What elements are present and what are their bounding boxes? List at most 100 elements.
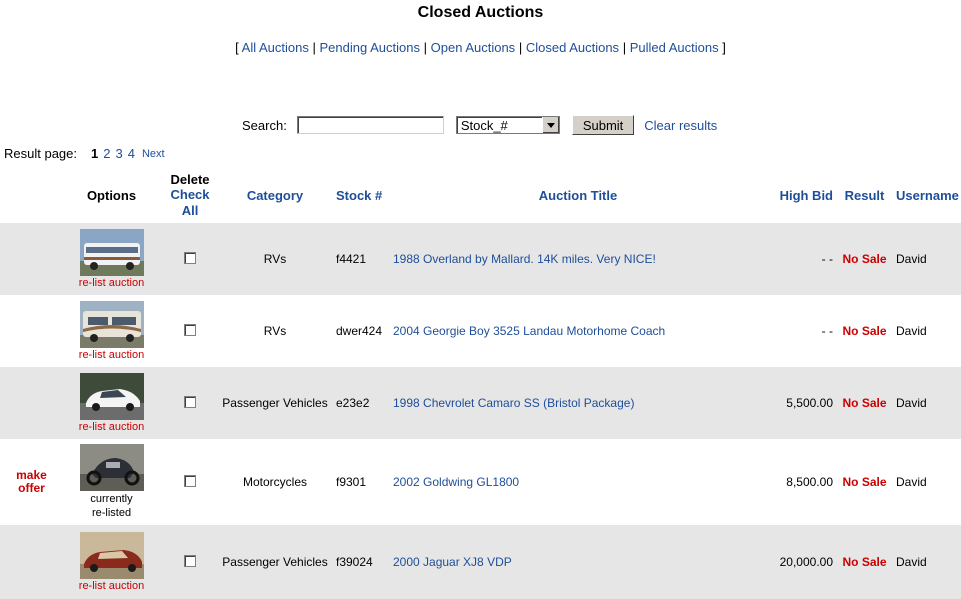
table-row: re-list auction RVs f4421 1988 Overland …: [0, 223, 961, 295]
motorcycle-thumbnail-image[interactable]: [79, 444, 144, 491]
header-offer: [0, 168, 63, 223]
high-bid-cell: - -: [821, 324, 833, 338]
auction-nav: [ All Auctions | Pending Auctions | Open…: [0, 40, 961, 55]
relist-auction-link[interactable]: re-list auction: [63, 349, 160, 361]
result-cell: No Sale: [842, 555, 887, 569]
nav-separator: |: [423, 40, 427, 55]
delete-cell: [160, 439, 220, 525]
search-field-select[interactable]: Stock_#: [455, 116, 560, 134]
rv-thumbnail-image[interactable]: [79, 301, 144, 348]
high-bid-cell: 8,500.00: [786, 475, 833, 489]
nav-separator: |: [518, 40, 523, 55]
header-category-link[interactable]: Category: [247, 188, 303, 203]
table-row: re-list auction RVs dwer424 2004 Georgie…: [0, 295, 961, 367]
category-cell: Passenger Vehicles: [222, 555, 328, 569]
table-row: make offer currently re-listed Motorcycl…: [0, 439, 961, 525]
delete-checkbox[interactable]: [184, 395, 196, 408]
result-cell: No Sale: [842, 252, 887, 266]
stock-cell: f9301: [336, 475, 367, 489]
offer-cell: [0, 223, 63, 295]
options-cell: re-list auction: [63, 525, 160, 599]
car-thumbnail-image[interactable]: [79, 373, 144, 420]
pagination: Result page: 1 2 3 4 Next: [4, 146, 165, 161]
relist-auction-link[interactable]: re-list auction: [63, 580, 160, 592]
header-high-bid[interactable]: High Bid: [763, 168, 837, 223]
pagination-next-link[interactable]: Next: [142, 148, 165, 160]
pagination-page-link[interactable]: 2: [103, 146, 110, 161]
delete-cell: [160, 295, 220, 367]
stock-cell: f4421: [336, 252, 367, 266]
category-cell: RVs: [263, 324, 287, 338]
auction-title-link[interactable]: 1998 Chevrolet Camaro SS (Bristol Packag…: [393, 396, 634, 410]
header-result[interactable]: Result: [837, 168, 892, 223]
table-row: re-list auction Passenger Vehicles f3902…: [0, 525, 961, 599]
stock-cell: dwer424: [336, 324, 383, 338]
delete-cell: [160, 525, 220, 599]
delete-checkbox[interactable]: [184, 554, 196, 567]
auction-title-cell: 2000 Jaguar XJ8 VDP: [393, 525, 763, 599]
nav-link-closed-auctions[interactable]: Closed Auctions: [526, 40, 619, 55]
header-category[interactable]: Category: [220, 168, 330, 223]
table-header-row: Options Delete Check All Category Stock …: [0, 168, 961, 223]
username-cell: David: [896, 396, 927, 410]
nav-link-open-auctions[interactable]: Open Auctions: [431, 40, 516, 55]
header-auction-title-link[interactable]: Auction Title: [539, 188, 617, 203]
page-title: Closed Auctions: [417, 4, 544, 21]
offer-cell: make offer: [0, 439, 63, 525]
header-username-link[interactable]: Username: [896, 188, 959, 203]
auction-title-link[interactable]: 2004 Georgie Boy 3525 Landau Motorhome C…: [393, 324, 665, 338]
rv-thumbnail-image[interactable]: [79, 229, 144, 276]
delete-checkbox[interactable]: [184, 474, 196, 487]
high-bid-cell: - -: [821, 252, 833, 266]
check-all-link[interactable]: Check All: [168, 187, 212, 219]
auction-title-link[interactable]: 1988 Overland by Mallard. 14K miles. Ver…: [393, 252, 656, 266]
table-row: re-list auction Passenger Vehicles e23e2…: [0, 367, 961, 439]
delete-cell: [160, 223, 220, 295]
stock-cell: f39024: [336, 555, 373, 569]
auction-title-link[interactable]: 2000 Jaguar XJ8 VDP: [393, 555, 512, 569]
nav-separator: |: [622, 40, 627, 55]
header-delete-label: Delete: [170, 172, 210, 187]
high-bid-cell: 20,000.00: [779, 555, 833, 569]
options-cell: re-list auction: [63, 223, 160, 295]
header-stock-link[interactable]: Stock #: [336, 188, 382, 203]
currently-relisted-label: currently re-listed: [90, 493, 133, 519]
result-cell: No Sale: [842, 324, 887, 338]
nav-link-pending-auctions[interactable]: Pending Auctions: [320, 40, 420, 55]
pagination-label: Result page:: [4, 146, 77, 161]
offer-cell: [0, 295, 63, 367]
search-bar: Search: Stock_# Submit Clear results: [242, 114, 717, 136]
search-field-value: Stock_#: [460, 117, 508, 133]
header-high-bid-link[interactable]: High Bid: [780, 188, 833, 203]
pagination-page-link[interactable]: 4: [128, 146, 135, 161]
submit-button[interactable]: Submit: [571, 115, 635, 135]
auction-title-link[interactable]: 2002 Goldwing GL1800: [393, 475, 519, 489]
search-label: Search:: [242, 117, 287, 133]
header-auction-title[interactable]: Auction Title: [393, 168, 763, 223]
search-input[interactable]: [296, 116, 444, 134]
delete-checkbox[interactable]: [184, 251, 196, 264]
nav-close-bracket: ]: [722, 40, 726, 55]
result-cell: No Sale: [842, 396, 887, 410]
clear-results-link[interactable]: Clear results: [644, 118, 717, 133]
make-offer-link[interactable]: make offer: [14, 469, 50, 495]
pagination-page-link[interactable]: 3: [115, 146, 122, 161]
relist-auction-link[interactable]: re-list auction: [63, 277, 160, 289]
nav-link-all-auctions[interactable]: All Auctions: [242, 40, 309, 55]
username-cell: David: [896, 324, 927, 338]
chevron-down-icon[interactable]: [541, 117, 559, 133]
username-cell: David: [896, 475, 927, 489]
auction-title-cell: 1998 Chevrolet Camaro SS (Bristol Packag…: [393, 367, 763, 439]
car-thumbnail-image[interactable]: [79, 532, 144, 579]
header-username[interactable]: Username: [892, 168, 961, 223]
relist-auction-link[interactable]: re-list auction: [63, 421, 160, 433]
header-stock[interactable]: Stock #: [330, 168, 393, 223]
offer-cell: [0, 525, 63, 599]
delete-checkbox[interactable]: [184, 323, 196, 336]
header-result-link[interactable]: Result: [845, 188, 885, 203]
nav-link-pulled-auctions[interactable]: Pulled Auctions: [630, 40, 719, 55]
delete-cell: [160, 367, 220, 439]
options-cell: currently re-listed: [63, 439, 160, 525]
nav-separator: |: [312, 40, 316, 55]
category-cell: Passenger Vehicles: [222, 396, 328, 410]
